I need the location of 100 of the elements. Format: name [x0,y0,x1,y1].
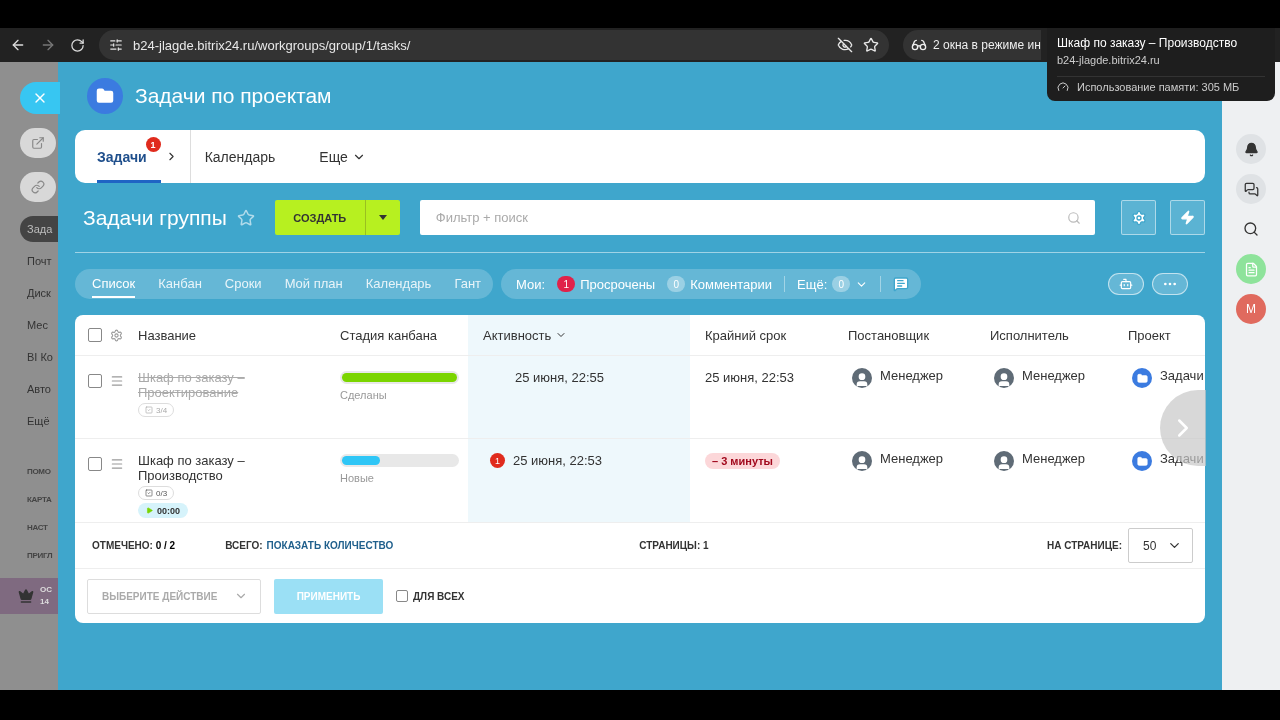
tab[interactable]: Задачи 1 [97,130,161,183]
menu-section[interactable]: ПРИГЛ [27,546,58,564]
total-label: ВСЕГО: [225,540,263,551]
plan-days[interactable]: 14 [40,596,52,608]
column-header[interactable]: Крайний срок [705,327,787,343]
project-link[interactable]: Задачи [1160,368,1204,383]
column-header[interactable]: Активность [483,327,568,343]
external-link-icon[interactable] [31,136,45,150]
forward-icon[interactable] [40,37,56,53]
caret-icon[interactable] [378,215,387,220]
tab[interactable]: Календарь [204,130,276,183]
menu-item[interactable]: Зада [20,216,58,242]
link-button[interactable] [20,172,56,202]
user-avatar-icon [994,451,1014,471]
reload-icon[interactable] [70,37,85,53]
activity-date: 25 июня, 22:55 [515,370,605,385]
checkbox-label[interactable]: ДЛЯ ВСЕХ [413,590,465,602]
folder-icon [1132,451,1152,471]
menu-section[interactable]: КАРТА [27,490,58,508]
selected-count: ОТМЕЧЕНО: 0 / 2 [92,540,176,551]
external-link-button[interactable] [20,128,56,158]
responsible-link[interactable]: Менеджер [1022,368,1086,383]
view-tab[interactable]: Список [92,270,136,298]
creator-link[interactable]: Менеджер [880,451,944,466]
user-avatar[interactable]: М [1236,294,1266,324]
column-header[interactable]: Название [138,327,197,343]
responsible-link[interactable]: Менеджер [1022,451,1086,466]
settings-button[interactable] [1121,200,1156,235]
counter-badge: 1 [145,137,161,152]
eye-off-icon[interactable] [837,37,853,53]
tooltip-host: b24-jlagde.bitrix24.ru [1057,54,1265,77]
timer-button[interactable]: 00:00 [138,503,189,518]
robot-button[interactable] [1108,273,1144,295]
filter-search-field[interactable]: Фильтр + поиск [419,200,1095,235]
tab[interactable]: Еще [319,130,366,183]
column-header[interactable]: Исполнитель [990,327,1069,343]
filter-input[interactable]: Фильтр + поиск [433,209,1067,226]
gauge-icon [1057,81,1069,93]
glasses-icon[interactable] [911,37,927,53]
menu-item[interactable]: Мес [27,312,58,338]
row-checkbox[interactable] [88,374,102,388]
counter-filter[interactable]: Просрочены [580,276,656,292]
document-icon[interactable] [1236,254,1266,284]
per-page-select[interactable]: 50 [1128,528,1193,563]
crown-icon[interactable] [18,588,34,604]
back-icon[interactable] [10,37,26,53]
menu-item[interactable]: Диск [27,280,58,306]
play-icon[interactable] [146,507,153,514]
drag-handle-icon[interactable] [110,457,124,471]
project-link[interactable]: Задачи [1160,451,1204,466]
lightning-icon[interactable] [1180,210,1195,225]
menu-section[interactable]: ПОМО [27,462,58,480]
checkbox[interactable] [396,590,408,602]
more-counters[interactable]: Ещё: [797,276,828,292]
creator-link[interactable]: Менеджер [880,368,944,383]
chat-icon[interactable] [1236,174,1266,204]
action-select[interactable]: ВЫБЕРИТЕ ДЕЙСТВИЕ [87,578,261,614]
comments-icon[interactable] [893,276,910,292]
view-tab[interactable]: Календарь [365,270,432,298]
activity-counter: 1 [490,453,505,468]
drag-handle-icon[interactable] [110,374,124,388]
bell-icon[interactable] [1236,134,1266,164]
counter-filter[interactable]: Комментарии [690,276,773,292]
checkbox-icon [145,406,153,414]
page-title: Задачи группы [83,205,227,230]
more-button[interactable] [1152,273,1188,295]
column-header[interactable]: Постановщик [848,327,930,343]
folder-icon [1132,368,1152,388]
view-tab[interactable]: Канбан [158,270,202,298]
view-tab[interactable]: Мой план [284,270,343,298]
column-header[interactable]: Проект [1128,327,1171,343]
menu-item[interactable]: Авто [27,376,58,402]
menu-item[interactable]: Ещё [27,408,58,434]
site-settings-icon[interactable] [109,38,123,52]
stage-label: Сделаны [340,389,388,401]
plan-label[interactable]: ОС [40,584,52,596]
lightning-button[interactable] [1170,200,1205,235]
show-count-link[interactable]: ПОКАЗАТЬ КОЛИЧЕСТВО [266,540,394,551]
user-avatar-icon [852,451,872,471]
gear-icon[interactable] [1130,209,1147,226]
task-title[interactable]: Шкаф по заказу – Проектирование [138,370,250,400]
activity-date: 25 июня, 22:53 [513,453,603,468]
close-button[interactable] [20,82,60,114]
link-icon[interactable] [31,180,45,194]
overdue-badge: – 3 минуты [705,453,780,469]
user-avatar-icon [852,368,872,388]
settings-icon[interactable] [110,328,123,342]
task-title[interactable]: Шкаф по заказу – Производство [138,453,250,483]
star-icon[interactable] [863,37,879,53]
menu-section[interactable]: НАСТ [27,518,58,536]
view-tab[interactable]: Сроки [224,270,262,298]
menu-item[interactable]: Почт [27,248,58,274]
user-avatar-icon [994,368,1014,388]
counter-badge: 0 [832,276,851,292]
memory-usage: Использование памяти: 305 МБ [1077,81,1240,93]
robot-icon[interactable] [1119,277,1133,291]
column-header[interactable]: Стадия канбана [340,327,438,343]
menu-item[interactable]: BI Ко [27,344,58,370]
row-checkbox[interactable] [88,457,102,471]
select-all-checkbox[interactable] [88,328,102,342]
